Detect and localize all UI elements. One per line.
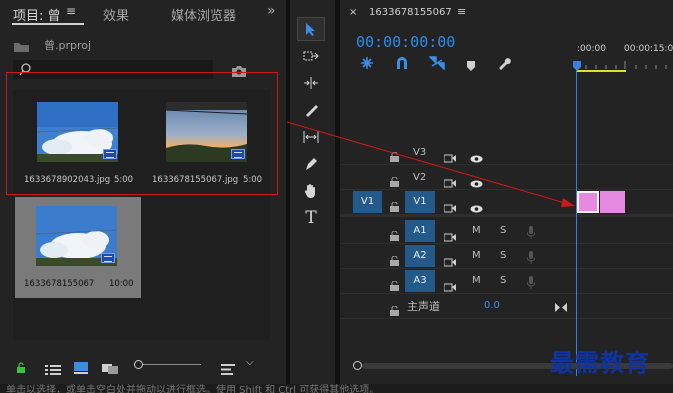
status-text: 单击以选择，或单击空白处并拖动以进行框选。使用 Shift 和 Ctrl 可获得… — [6, 385, 380, 393]
watermark-logo: 最需教育 — [550, 348, 650, 377]
annotation-arrow — [286, 121, 575, 207]
status-bar: 单击以选择，或单击空白处并拖动以进行框选。使用 Shift 和 Ctrl 可获得… — [0, 384, 673, 393]
